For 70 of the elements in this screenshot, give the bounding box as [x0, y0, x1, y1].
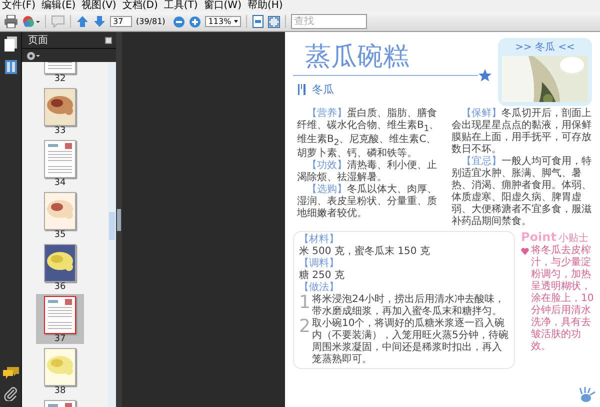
page-thumbnail[interactable]: [44, 140, 76, 178]
zoom-in-icon[interactable]: [189, 16, 202, 28]
page-thumbnail-item[interactable]: 38: [36, 346, 84, 396]
page-thumbnail-item[interactable]: 36: [36, 242, 84, 292]
scrollbar-thumb[interactable]: [109, 212, 115, 240]
section-heading: 【材料】: [299, 234, 340, 246]
section-text: 米 500 克，蜜冬瓜末 150 克: [299, 246, 431, 258]
splitter-handle[interactable]: [117, 208, 121, 230]
utensils-icon: [297, 84, 306, 95]
tip-title: Point: [521, 230, 556, 244]
gear-icon[interactable]: [26, 50, 40, 60]
page-thumbnail[interactable]: [44, 348, 76, 386]
panel-title: 页面: [28, 34, 48, 47]
page-thumbnail[interactable]: [44, 244, 76, 282]
down-arrow-icon[interactable]: [93, 15, 106, 28]
page-number: 34: [54, 178, 66, 188]
page-thumbnail[interactable]: [44, 88, 76, 126]
bookmarks-icon[interactable]: [4, 60, 16, 74]
up-arrow-icon[interactable]: [76, 15, 89, 28]
section-heading: 【做法】: [299, 282, 340, 294]
info-paragraph: 【宜忌】一般人均可食用，特别适宜水肿、胀满、脚气、暑热、消渴、痈肿者食用。体弱、体质虚寒、阳虚久病、脾胃虚弱、大便稀溏者不宜多食，服滋补药品期间禁食。: [452, 156, 592, 228]
share-icon[interactable]: [22, 15, 40, 28]
page-count: (39/81): [136, 17, 166, 26]
ingredient-label: >> 冬瓜 <<: [515, 40, 575, 54]
page-number: 36: [54, 282, 66, 292]
step-number: 2: [299, 318, 309, 339]
menu-item[interactable]: 编辑(E): [42, 0, 76, 12]
document-drawing: [45, 141, 75, 177]
section-heading: 【调料】: [299, 258, 340, 270]
page-thumbnail-item[interactable]: 34: [36, 138, 84, 188]
step-number: 1: [299, 294, 309, 315]
zoom-dropdown[interactable]: 113%: [205, 16, 242, 27]
page-number: 33: [54, 126, 66, 136]
page-thumbnail[interactable]: [44, 192, 76, 230]
page-thumbnail[interactable]: [44, 296, 76, 334]
fit-page-icon[interactable]: [252, 15, 264, 28]
attachment-icon[interactable]: [4, 387, 18, 401]
tip-subtitle: 小贴士: [558, 233, 588, 244]
page-number: 32: [54, 74, 66, 84]
heart-icon: [521, 248, 529, 255]
info-paragraph: 【保鲜】冬瓜切开后，剖面上会出现星星点点的黏液，用保鲜膜贴在上面，用手抚平，可存放数日不坏。: [452, 108, 592, 156]
info-paragraph: 【营养】蛋白质、脂肪、膳食纤维、碳水化合物、维生素B$_{1}$、维生素B$_{2}$、尼克酸、维生素C、胡萝卜素、钙、磷和铁等。: [297, 108, 440, 160]
document-drawing: [45, 297, 75, 333]
page-thumbnail-item[interactable]: 35: [36, 190, 84, 240]
page-number-field[interactable]: 37: [110, 16, 132, 27]
hand-print-icon: [578, 387, 596, 403]
info-paragraph: 【选购】冬瓜以体大、肉厚、湿润、表皮呈粉状、分量重、质地细嫩者较优。: [297, 184, 438, 220]
menu-item[interactable]: 工具(T): [164, 0, 198, 12]
search-field[interactable]: 查找: [291, 14, 368, 29]
options-button[interactable]: [105, 36, 112, 44]
recipe-title: 蒸瓜碗糕: [305, 42, 410, 72]
menu-item[interactable]: 视图(V): [82, 0, 116, 12]
section-text: 糖 250 克: [299, 270, 346, 282]
ingredient-name: 冬瓜: [312, 82, 334, 97]
step-text: 取小碗10个，将调好的瓜糖米浆逐一舀入碗内（不要装满），入笼用旺火蒸5分钟，待碗周围米浆凝固，中间还是稀浆时扣出，再入笼蒸熟即可。: [312, 318, 509, 366]
info-paragraph: 【功效】清热毒、利小便、止渴除烦、祛湿解暑。: [297, 160, 438, 184]
page-thumbnail-item[interactable]: 32: [36, 62, 84, 84]
zoom-out-icon[interactable]: [173, 16, 186, 28]
step-text: 将米浸泡24小时，捞出后用清水冲去酸味，带水磨成细浆，再加入蜜冬瓜末和糖拌匀。: [312, 294, 506, 318]
page-thumbnail-item[interactable]: 33: [36, 86, 84, 136]
tip-text: 将冬瓜去皮榨汁，与少量淀粉调匀，加热呈透明糊状，涂在脸上，10分钟后用清水洗净，具有去皱活肤的功效。: [531, 245, 595, 353]
comments-icon[interactable]: [2, 367, 18, 379]
page-number: 37: [54, 334, 66, 344]
print-icon[interactable]: [4, 15, 18, 28]
page-thumbnail-item[interactable]: 37: [36, 294, 84, 344]
menu-item[interactable]: 帮助(H): [247, 0, 283, 12]
full-screen-icon[interactable]: [268, 16, 280, 28]
pages-icon[interactable]: [4, 36, 18, 52]
page-number: 38: [54, 386, 66, 396]
page-number: 35: [54, 230, 66, 240]
